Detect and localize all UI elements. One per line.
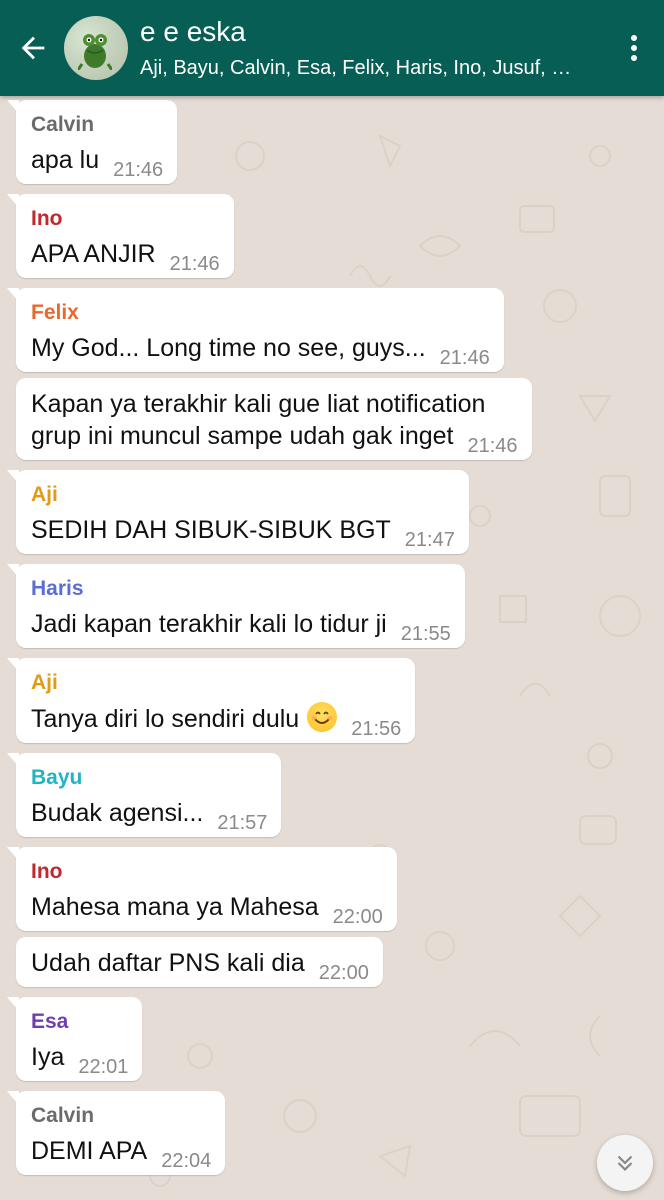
message-timestamp: 21:57 xyxy=(217,812,268,834)
message-bubble[interactable]: Kapan ya terakhir kali gue liat notifica… xyxy=(16,378,532,460)
message-text-content: Iya xyxy=(31,1043,65,1071)
arrow-left-icon xyxy=(21,36,45,60)
message-timestamp: 22:04 xyxy=(161,1150,212,1172)
message-bubble[interactable]: Felix My God... Long time no see, guys...… xyxy=(7,288,504,372)
message-bubble[interactable]: Aji SEDIH DAH SIBUK-SIBUK BGT 21:47 xyxy=(7,470,469,554)
message-text-content: Tanya diri lo sendiri dulu xyxy=(31,705,300,733)
message-text: apa lu 21:46 xyxy=(31,144,163,181)
message-text: APA ANJIR 21:46 xyxy=(31,238,220,275)
message-text-content: APA ANJIR xyxy=(31,240,156,268)
message-text-content: My God... Long time no see, guys... xyxy=(31,334,426,362)
message-timestamp: 21:47 xyxy=(404,529,455,551)
message-bubble[interactable]: Ino APA ANJIR 21:46 xyxy=(7,194,234,278)
message-text-content: Jadi kapan terakhir kali lo tidur ji xyxy=(31,610,387,638)
message-text: Kapan ya terakhir kali gue liat notifica… xyxy=(31,388,518,457)
double-chevron-down-icon xyxy=(617,1155,633,1172)
message-text: SEDIH DAH SIBUK-SIBUK BGT 21:47 xyxy=(31,514,455,551)
message-row: Ino Mahesa mana ya Mahesa 22:00 xyxy=(7,847,636,931)
message-row: Felix My God... Long time no see, guys...… xyxy=(7,288,636,372)
message-row: Udah daftar PNS kali dia 22:00 xyxy=(16,937,636,987)
message-timestamp: 22:00 xyxy=(318,962,369,984)
message-sender[interactable]: Calvin xyxy=(31,1103,211,1129)
message-text-content: apa lu xyxy=(31,146,100,174)
message-row: Ino APA ANJIR 21:46 xyxy=(7,194,636,278)
message-row: Calvin DEMI APA 22:04 xyxy=(6,1091,636,1175)
message-text: My God... Long time no see, guys... 21:46 xyxy=(31,332,490,369)
message-sender[interactable]: Ino xyxy=(31,859,383,885)
message-text: Budak agensi... 21:57 xyxy=(31,797,267,834)
message-sender[interactable]: Haris xyxy=(31,576,451,602)
chat-titles[interactable]: e e eska Aji, Bayu, Calvin, Esa, Felix, … xyxy=(140,14,604,82)
message-text-content: DEMI APA xyxy=(31,1137,148,1165)
message-row: Esa Iya 22:01 xyxy=(6,997,636,1081)
group-avatar[interactable] xyxy=(64,16,128,80)
message-text: Tanya diri lo sendiri dulu 21:56 xyxy=(31,702,401,740)
more-vertical-icon xyxy=(631,35,637,61)
message-row: Bayu Budak agensi... 21:57 xyxy=(6,753,636,837)
message-timestamp: 22:00 xyxy=(332,906,383,928)
back-button[interactable] xyxy=(0,0,52,96)
scroll-to-bottom-button[interactable] xyxy=(597,1135,653,1191)
message-row: Calvin apa lu 21:46 xyxy=(6,100,636,184)
message-sender[interactable]: Felix xyxy=(31,300,490,326)
message-timestamp: 21:46 xyxy=(113,159,164,181)
message-sender[interactable]: Calvin xyxy=(31,112,163,138)
message-text: DEMI APA 22:04 xyxy=(31,1135,211,1172)
message-bubble[interactable]: Haris Jadi kapan terakhir kali lo tidur j… xyxy=(7,564,465,648)
message-timestamp: 21:55 xyxy=(400,623,451,645)
message-sender[interactable]: Aji xyxy=(31,670,401,696)
message-sender[interactable]: Ino xyxy=(31,206,220,232)
message-sender[interactable]: Bayu xyxy=(31,765,267,791)
message-text-content: SEDIH DAH SIBUK-SIBUK BGT xyxy=(31,516,391,544)
message-bubble[interactable]: Esa Iya 22:01 xyxy=(6,997,143,1081)
message-text: Iya 22:01 xyxy=(31,1041,128,1078)
message-timestamp: 21:56 xyxy=(351,718,402,740)
message-text-content: Budak agensi... xyxy=(31,799,204,827)
message-timestamp: 21:46 xyxy=(467,435,518,457)
message-bubble[interactable]: Bayu Budak agensi... 21:57 xyxy=(6,753,282,837)
message-bubble[interactable]: Calvin apa lu 21:46 xyxy=(6,100,178,184)
message-text-content: Udah daftar PNS kali dia xyxy=(31,949,305,977)
message-sender[interactable]: Esa xyxy=(31,1009,128,1035)
group-name: e e eska xyxy=(140,16,246,47)
message-sender[interactable]: Aji xyxy=(31,482,455,508)
message-bubble[interactable]: Ino Mahesa mana ya Mahesa 22:00 xyxy=(7,847,397,931)
smiling-face-emoji-icon xyxy=(307,702,338,732)
message-row: Aji Tanya diri lo sendiri dulu 21:56 xyxy=(6,658,636,743)
message-text: Mahesa mana ya Mahesa 22:00 xyxy=(31,891,383,928)
message-text-content: Mahesa mana ya Mahesa xyxy=(31,893,319,921)
message-timestamp: 22:01 xyxy=(78,1056,129,1078)
frog-avatar-image xyxy=(78,34,112,70)
message-text-content: Kapan ya terakhir kali gue liat notifica… xyxy=(31,390,486,418)
message-timestamp: 21:46 xyxy=(169,253,220,275)
group-members: Aji, Bayu, Calvin, Esa, Felix, Haris, In… xyxy=(140,57,580,79)
message-timestamp: 21:46 xyxy=(439,347,490,369)
message-text-content-line2: grup ini muncul sampe udah gak inget xyxy=(31,422,454,450)
message-bubble[interactable]: Aji Tanya diri lo sendiri dulu 21:56 xyxy=(6,658,416,743)
chat-header: e e eska Aji, Bayu, Calvin, Esa, Felix, … xyxy=(0,0,664,96)
messages-container: Calvin apa lu 21:46 Ino APA ANJIR 21:46 Felix M… xyxy=(6,100,636,1175)
overflow-menu-button[interactable] xyxy=(604,0,664,96)
message-row: Haris Jadi kapan terakhir kali lo tidur j… xyxy=(7,564,636,648)
message-text: Jadi kapan terakhir kali lo tidur ji 21:5… xyxy=(31,608,451,645)
message-bubble[interactable]: Udah daftar PNS kali dia 22:00 xyxy=(16,937,383,987)
message-bubble[interactable]: Calvin DEMI APA 22:04 xyxy=(6,1091,226,1175)
message-list[interactable]: Calvin apa lu 21:46 Ino APA ANJIR 21:46 Felix M… xyxy=(0,96,664,1200)
message-row: Kapan ya terakhir kali gue liat notifica… xyxy=(16,378,636,460)
message-row: Aji SEDIH DAH SIBUK-SIBUK BGT 21:47 xyxy=(7,470,636,554)
message-text: Udah daftar PNS kali dia 22:00 xyxy=(31,947,369,984)
